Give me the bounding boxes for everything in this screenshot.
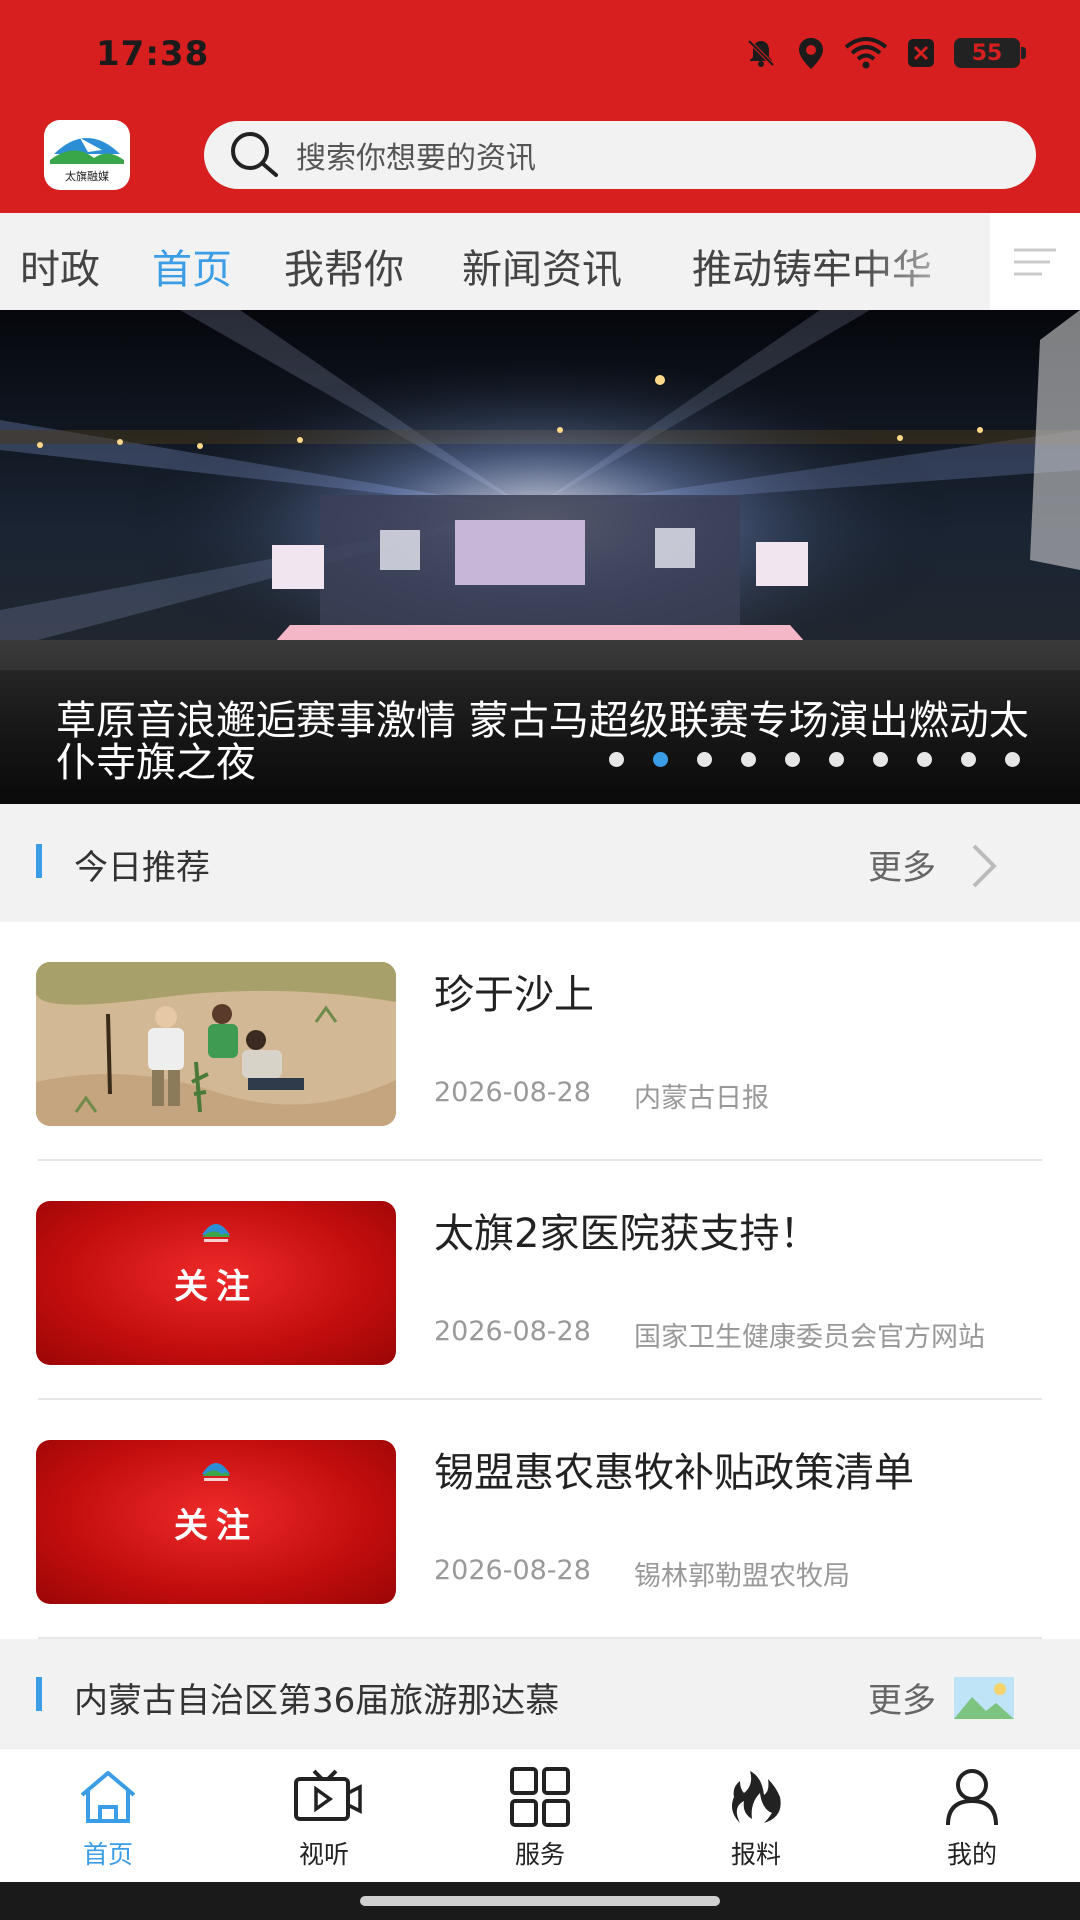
news-date: 2026-08-28 — [434, 1316, 591, 1347]
app-screen: 17:38 55 太旗融媒 搜索你想要的资讯 时政 首页 我帮你 新闻资讯 推动… — [0, 0, 1080, 1920]
chevron-right-icon[interactable] — [966, 842, 1000, 890]
brand-mini-logo-icon — [202, 1224, 230, 1242]
news-source: 国家卫生健康委员会官方网站 — [634, 1322, 985, 1353]
section-accent-bar — [36, 844, 42, 878]
news-thumbnail: 关注 — [36, 1440, 396, 1604]
tab-news[interactable]: 新闻资讯 — [462, 237, 622, 295]
section-title: 今日推荐 — [74, 848, 210, 888]
search-placeholder: 搜索你想要的资讯 — [296, 141, 536, 176]
nav-label: 视听 — [298, 1840, 349, 1869]
carousel-dot-active[interactable] — [653, 752, 668, 767]
nav-label: 我的 — [946, 1840, 997, 1869]
wifi-icon — [844, 37, 888, 69]
search-bar[interactable]: 搜索你想要的资讯 — [204, 121, 1036, 189]
news-item[interactable]: 珍于沙上 2026-08-28 内蒙古日报 — [0, 922, 1080, 1161]
battery-indicator: 55 — [954, 38, 1026, 68]
nav-report[interactable]: 报料 — [648, 1749, 864, 1883]
news-item[interactable]: 关注 太旗2家医院获支持！ 2026-08-28 国家卫生健康委员会官方网站 — [0, 1161, 1080, 1400]
nav-label: 报料 — [730, 1840, 781, 1869]
carousel-dot[interactable] — [741, 752, 756, 767]
carousel-dot[interactable] — [785, 752, 800, 767]
news-title[interactable]: 珍于沙上 — [434, 962, 594, 1020]
status-icons: 55 — [744, 36, 1026, 70]
sim-blocked-icon — [908, 39, 934, 67]
news-title[interactable]: 锡盟惠农惠牧补贴政策清单 — [434, 1440, 914, 1498]
carousel-dot[interactable] — [961, 752, 976, 767]
thumb-label: 关注 — [174, 1506, 258, 1546]
carousel-dot[interactable] — [873, 752, 888, 767]
nav-label: 服务 — [514, 1840, 565, 1869]
section-header-nadam: 内蒙古自治区第36届旅游那达慕 更多 — [0, 1639, 1080, 1748]
section-accent-bar — [36, 1677, 42, 1711]
system-nav-bar — [0, 1882, 1080, 1920]
news-source: 锡林郭勒盟农牧局 — [634, 1561, 850, 1592]
nav-home[interactable]: 首页 — [0, 1749, 216, 1883]
carousel-dot[interactable] — [1005, 752, 1020, 767]
tv-play-icon — [294, 1769, 362, 1821]
news-title[interactable]: 太旗2家医院获支持！ — [434, 1201, 819, 1259]
nav-media[interactable]: 视听 — [216, 1749, 432, 1883]
carousel-dot[interactable] — [829, 752, 844, 767]
nav-profile[interactable]: 我的 — [864, 1749, 1080, 1883]
top-header: 17:38 55 太旗融媒 搜索你想要的资讯 — [0, 0, 1080, 213]
news-thumbnail: 关注 — [36, 1201, 396, 1365]
svg-text:太旗融媒: 太旗融媒 — [65, 169, 109, 183]
carousel-dots — [609, 752, 1020, 767]
app-logo[interactable]: 太旗融媒 — [44, 120, 130, 190]
menu-lines-icon — [1014, 248, 1056, 275]
tab-help[interactable]: 我帮你 — [284, 237, 404, 295]
carousel-dot[interactable] — [609, 752, 624, 767]
channel-menu-button[interactable] — [990, 213, 1080, 310]
channel-tabs: 时政 首页 我帮你 新闻资讯 推动铸牢中华 — [0, 213, 1080, 310]
grid-icon — [510, 1767, 570, 1827]
image-placeholder-icon — [954, 1677, 1014, 1719]
user-icon — [946, 1769, 998, 1826]
carousel-dot[interactable] — [917, 752, 932, 767]
news-date: 2026-08-28 — [434, 1555, 591, 1586]
status-time: 17:38 — [96, 34, 210, 74]
home-icon — [80, 1771, 136, 1823]
bottom-nav: 首页 视听 服务 报料 我的 — [0, 1748, 1080, 1882]
news-source: 内蒙古日报 — [634, 1083, 769, 1114]
section-title: 内蒙古自治区第36届旅游那达慕 — [74, 1681, 560, 1721]
news-thumbnail — [36, 962, 396, 1126]
banner-caption[interactable]: 草原音浪邂逅赛事激情 蒙古马超级联赛专场演出燃动太仆寺旗之夜 — [56, 700, 1036, 784]
news-date: 2026-08-28 — [434, 1077, 591, 1108]
mute-bell-icon — [747, 39, 775, 67]
more-link[interactable]: 更多 — [868, 840, 936, 889]
search-icon — [231, 132, 278, 177]
thumb-label: 关注 — [174, 1267, 258, 1307]
tab-shizheng[interactable]: 时政 — [20, 237, 100, 295]
nav-service[interactable]: 服务 — [432, 1749, 648, 1883]
brand-mini-logo-icon — [202, 1463, 230, 1481]
tabs-fade — [860, 213, 990, 310]
more-link[interactable]: 更多 — [868, 1673, 936, 1722]
gesture-handle[interactable] — [360, 1896, 720, 1906]
flame-icon — [732, 1771, 781, 1823]
nav-label: 首页 — [82, 1840, 133, 1869]
tab-home[interactable]: 首页 — [152, 237, 232, 295]
location-icon — [799, 38, 823, 69]
section-header-today: 今日推荐 更多 — [0, 804, 1080, 922]
carousel-dot[interactable] — [697, 752, 712, 767]
news-item[interactable]: 关注 锡盟惠农惠牧补贴政策清单 2026-08-28 锡林郭勒盟农牧局 — [0, 1400, 1080, 1639]
